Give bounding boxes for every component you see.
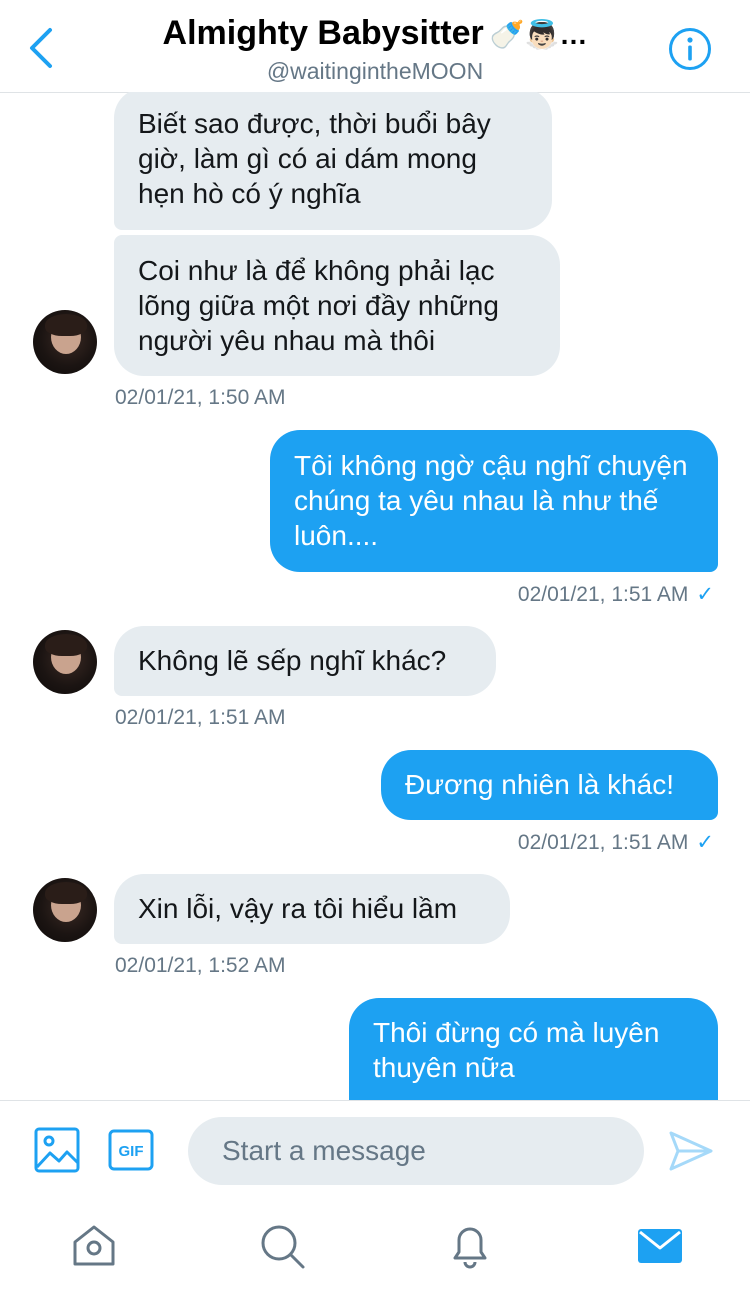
message-timestamp-text: 02/01/21, 1:51 AM: [517, 831, 689, 854]
message-timestamp: 02/01/21, 1:50 AM: [115, 386, 286, 409]
home-icon[interactable]: [70, 1222, 118, 1270]
contact-avatar[interactable]: [33, 630, 97, 694]
conversation-title: Almighty Babysitter 🍼👼🏻…: [100, 12, 650, 56]
conversation-title-text: Almighty Babysitter: [162, 14, 484, 52]
outgoing-message[interactable]: Thôi đừng có mà luyên thuyên nữa: [349, 998, 718, 1100]
message-composer: GIF: [0, 1100, 750, 1203]
bottom-tab-bar: [0, 1202, 750, 1298]
message-input[interactable]: [188, 1117, 644, 1185]
gif-icon-frame: GIF: [108, 1129, 154, 1171]
incoming-message[interactable]: Xin lỗi, vậy ra tôi hiểu lầm: [114, 874, 510, 944]
back-chevron-icon[interactable]: [26, 26, 56, 70]
contact-avatar[interactable]: [33, 878, 97, 942]
incoming-message[interactable]: Biết sao được, thời buổi bây giờ, làm gì…: [114, 92, 552, 230]
conversation-header: Almighty Babysitter 🍼👼🏻… @waitingintheMOO…: [0, 0, 750, 93]
messages-icon[interactable]: [636, 1222, 684, 1270]
sent-check-icon: ✓: [696, 831, 714, 854]
gif-icon[interactable]: GIF: [108, 1129, 154, 1171]
image-icon[interactable]: [34, 1127, 80, 1173]
gif-icon-label: GIF: [119, 1143, 144, 1160]
outgoing-message[interactable]: Tôi không ngờ cậu nghĩ chuyện chúng ta y…: [270, 430, 718, 572]
conversation-handle: @waitingintheMOON: [266, 58, 484, 84]
message-timestamp-text: 02/01/21, 1:51 AM: [517, 583, 689, 606]
sent-check-icon: ✓: [696, 583, 714, 606]
contact-avatar[interactable]: [33, 310, 97, 374]
outgoing-message[interactable]: Đương nhiên là khác!: [381, 750, 718, 820]
conversation-title-emoji: 🍼👼🏻…: [489, 19, 588, 50]
search-icon[interactable]: [258, 1222, 306, 1270]
message-timestamp: 02/01/21, 1:52 AM: [115, 954, 286, 977]
message-timestamp: 02/01/21, 1:51 AM ✓: [518, 830, 714, 855]
conversation-title-block[interactable]: Almighty Babysitter 🍼👼🏻… @waitingintheMOO…: [100, 12, 650, 86]
message-list[interactable]: Biết sao được, thời buổi bây giờ, làm gì…: [0, 92, 750, 1100]
send-icon[interactable]: [668, 1129, 714, 1173]
info-icon[interactable]: [668, 27, 712, 71]
message-timestamp: 02/01/21, 1:51 AM: [115, 706, 286, 729]
notifications-icon[interactable]: [446, 1222, 494, 1270]
incoming-message[interactable]: Coi như là để không phải lạc lõng giữa m…: [114, 235, 560, 376]
message-timestamp: 02/01/21, 1:51 AM ✓: [518, 582, 714, 607]
incoming-message[interactable]: Không lẽ sếp nghĩ khác?: [114, 626, 496, 696]
